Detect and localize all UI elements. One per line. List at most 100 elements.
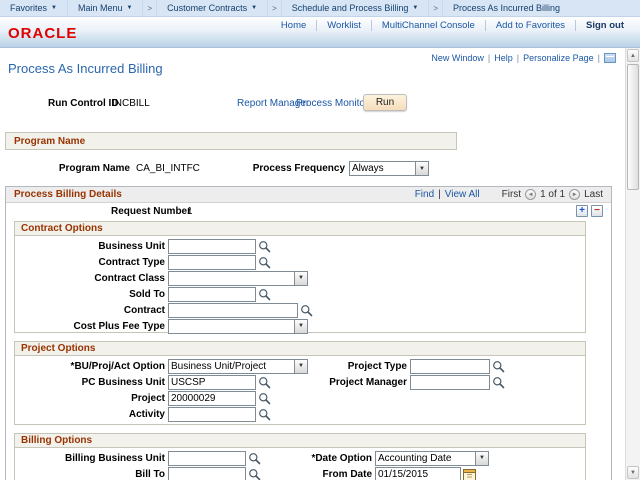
project-manager-lookup-button[interactable] bbox=[492, 376, 505, 389]
magnifier-icon bbox=[492, 360, 505, 373]
field-contract-class: Contract Class ▼ bbox=[15, 270, 585, 286]
add-row-button[interactable]: + bbox=[576, 205, 588, 217]
project-manager-label: Project Manager bbox=[305, 377, 410, 388]
breadcrumb-favorites[interactable]: Favorites ▼ bbox=[0, 0, 68, 16]
business-unit-lookup-button[interactable] bbox=[258, 240, 271, 253]
home-link[interactable]: Home bbox=[271, 20, 317, 31]
breadcrumb-schedule-process-billing[interactable]: Schedule and Process Billing ▼ bbox=[282, 0, 430, 16]
breadcrumb-favorites-label: Favorites bbox=[10, 3, 47, 13]
business-unit-label: Business Unit bbox=[15, 241, 168, 252]
delete-row-button[interactable]: − bbox=[591, 205, 603, 217]
field-sold-to: Sold To bbox=[15, 286, 585, 302]
field-contract: Contract bbox=[15, 302, 585, 318]
run-control-id-value: INCBILL bbox=[112, 98, 150, 109]
scroll-down-button[interactable]: ▼ bbox=[627, 466, 639, 479]
previous-row-button[interactable]: ◄ bbox=[525, 189, 536, 200]
multichannel-console-link[interactable]: MultiChannel Console bbox=[372, 20, 486, 31]
magnifier-icon bbox=[300, 304, 313, 317]
magnifier-icon bbox=[258, 288, 271, 301]
sign-out-link[interactable]: Sign out bbox=[576, 20, 634, 31]
dropdown-arrow-icon: ▼ bbox=[415, 162, 428, 175]
bu-proj-act-option-label: *BU/Proj/Act Option bbox=[15, 361, 168, 372]
dropdown-arrow-icon: ▼ bbox=[475, 452, 488, 465]
run-control-id-label: Run Control ID bbox=[48, 98, 119, 109]
billing-business-unit-lookup-button[interactable] bbox=[248, 452, 261, 465]
chevron-down-icon: ▼ bbox=[51, 5, 57, 11]
breadcrumb-main-menu[interactable]: Main Menu ▼ bbox=[68, 0, 143, 16]
program-name-row: Program Name CA_BI_INTFC Process Frequen… bbox=[0, 161, 620, 177]
billing-business-unit-input[interactable] bbox=[168, 451, 246, 466]
first-label[interactable]: First bbox=[502, 189, 521, 200]
breadcrumb-main-menu-label: Main Menu bbox=[78, 3, 123, 13]
project-manager-input[interactable] bbox=[410, 375, 490, 390]
pagebar: New Window | Help | Personalize Page | bbox=[431, 53, 616, 63]
pagebar-separator: | bbox=[488, 53, 490, 63]
breadcrumb-separator-icon: > bbox=[429, 0, 443, 16]
from-date-input[interactable] bbox=[375, 467, 461, 480]
project-input[interactable] bbox=[168, 391, 256, 406]
breadcrumb-customer-contracts[interactable]: Customer Contracts ▼ bbox=[157, 0, 268, 16]
date-option-value: Accounting Date bbox=[376, 452, 475, 465]
process-billing-details-section: Process Billing Details Find | View All … bbox=[5, 186, 612, 480]
personalize-page-link[interactable]: Personalize Page bbox=[523, 53, 594, 63]
bu-proj-act-option-select[interactable]: Business Unit/Project ▼ bbox=[168, 359, 308, 374]
pc-business-unit-input[interactable] bbox=[168, 375, 256, 390]
project-type-input[interactable] bbox=[410, 359, 490, 374]
date-option-label: *Date Option bbox=[265, 453, 375, 464]
magnifier-icon bbox=[248, 468, 261, 480]
next-row-button[interactable]: ► bbox=[569, 189, 580, 200]
date-option-select[interactable]: Accounting Date ▼ bbox=[375, 451, 489, 466]
program-name-label: Program Name bbox=[0, 163, 130, 174]
view-all-link[interactable]: View All bbox=[445, 189, 480, 200]
business-unit-input[interactable] bbox=[168, 239, 256, 254]
contract-label: Contract bbox=[15, 305, 168, 316]
run-button[interactable]: Run bbox=[363, 94, 407, 111]
pc-business-unit-lookup-button[interactable] bbox=[258, 376, 271, 389]
project-type-lookup-button[interactable] bbox=[492, 360, 505, 373]
add-to-favorites-link[interactable]: Add to Favorites bbox=[486, 20, 576, 31]
find-link[interactable]: Find bbox=[415, 189, 434, 200]
from-date-calendar-button[interactable] bbox=[463, 468, 476, 480]
scroll-up-button[interactable]: ▲ bbox=[627, 49, 639, 62]
sold-to-input[interactable] bbox=[168, 287, 256, 302]
process-monitor-link[interactable]: Process Monitor bbox=[296, 98, 368, 109]
sold-to-lookup-button[interactable] bbox=[258, 288, 271, 301]
cost-plus-fee-type-value bbox=[169, 320, 294, 333]
help-link[interactable]: Help bbox=[494, 53, 513, 63]
contract-lookup-button[interactable] bbox=[300, 304, 313, 317]
dropdown-arrow-icon: ▼ bbox=[294, 320, 307, 333]
cost-plus-fee-type-select[interactable]: ▼ bbox=[168, 319, 308, 334]
cost-plus-fee-type-label: Cost Plus Fee Type bbox=[15, 321, 168, 332]
chevron-down-icon: ▼ bbox=[412, 5, 418, 11]
contract-class-label: Contract Class bbox=[15, 273, 168, 284]
bu-proj-act-option-value: Business Unit/Project bbox=[169, 360, 294, 373]
chevron-down-icon: ▼ bbox=[251, 5, 257, 11]
scroll-up-icon: ▲ bbox=[630, 53, 636, 59]
contract-input[interactable] bbox=[168, 303, 298, 318]
process-billing-details-header: Process Billing Details Find | View All … bbox=[6, 187, 611, 203]
process-frequency-select[interactable]: Always ▼ bbox=[349, 161, 429, 176]
bill-to-lookup-button[interactable] bbox=[248, 468, 261, 480]
program-name-section-header: Program Name bbox=[5, 132, 457, 150]
new-window-link[interactable]: New Window bbox=[431, 53, 484, 63]
magnifier-icon bbox=[248, 452, 261, 465]
contract-class-select[interactable]: ▼ bbox=[168, 271, 308, 286]
application-window: Favorites ▼ Main Menu ▼ > Customer Contr… bbox=[0, 0, 640, 480]
dropdown-arrow-icon: ▼ bbox=[294, 272, 307, 285]
project-lookup-button[interactable] bbox=[258, 392, 271, 405]
breadcrumb-schedule-label: Schedule and Process Billing bbox=[292, 3, 409, 13]
project-options-groupbox: Project Options *BU/Proj/Act Option Busi… bbox=[14, 341, 586, 425]
vertical-scrollbar[interactable]: ▲ ▼ bbox=[625, 48, 640, 480]
contract-type-lookup-button[interactable] bbox=[258, 256, 271, 269]
scrollbar-thumb[interactable] bbox=[627, 64, 639, 190]
last-label[interactable]: Last bbox=[584, 189, 603, 200]
bill-to-input[interactable] bbox=[168, 467, 246, 480]
personalize-layout-icon[interactable] bbox=[604, 53, 616, 63]
contract-type-input[interactable] bbox=[168, 255, 256, 270]
activity-lookup-button[interactable] bbox=[258, 408, 271, 421]
activity-input[interactable] bbox=[168, 407, 256, 422]
top-header: ORACLE Home Worklist MultiChannel Consol… bbox=[0, 17, 640, 48]
worklist-link[interactable]: Worklist bbox=[317, 20, 372, 31]
magnifier-icon bbox=[258, 392, 271, 405]
process-frequency-value: Always bbox=[350, 162, 415, 175]
